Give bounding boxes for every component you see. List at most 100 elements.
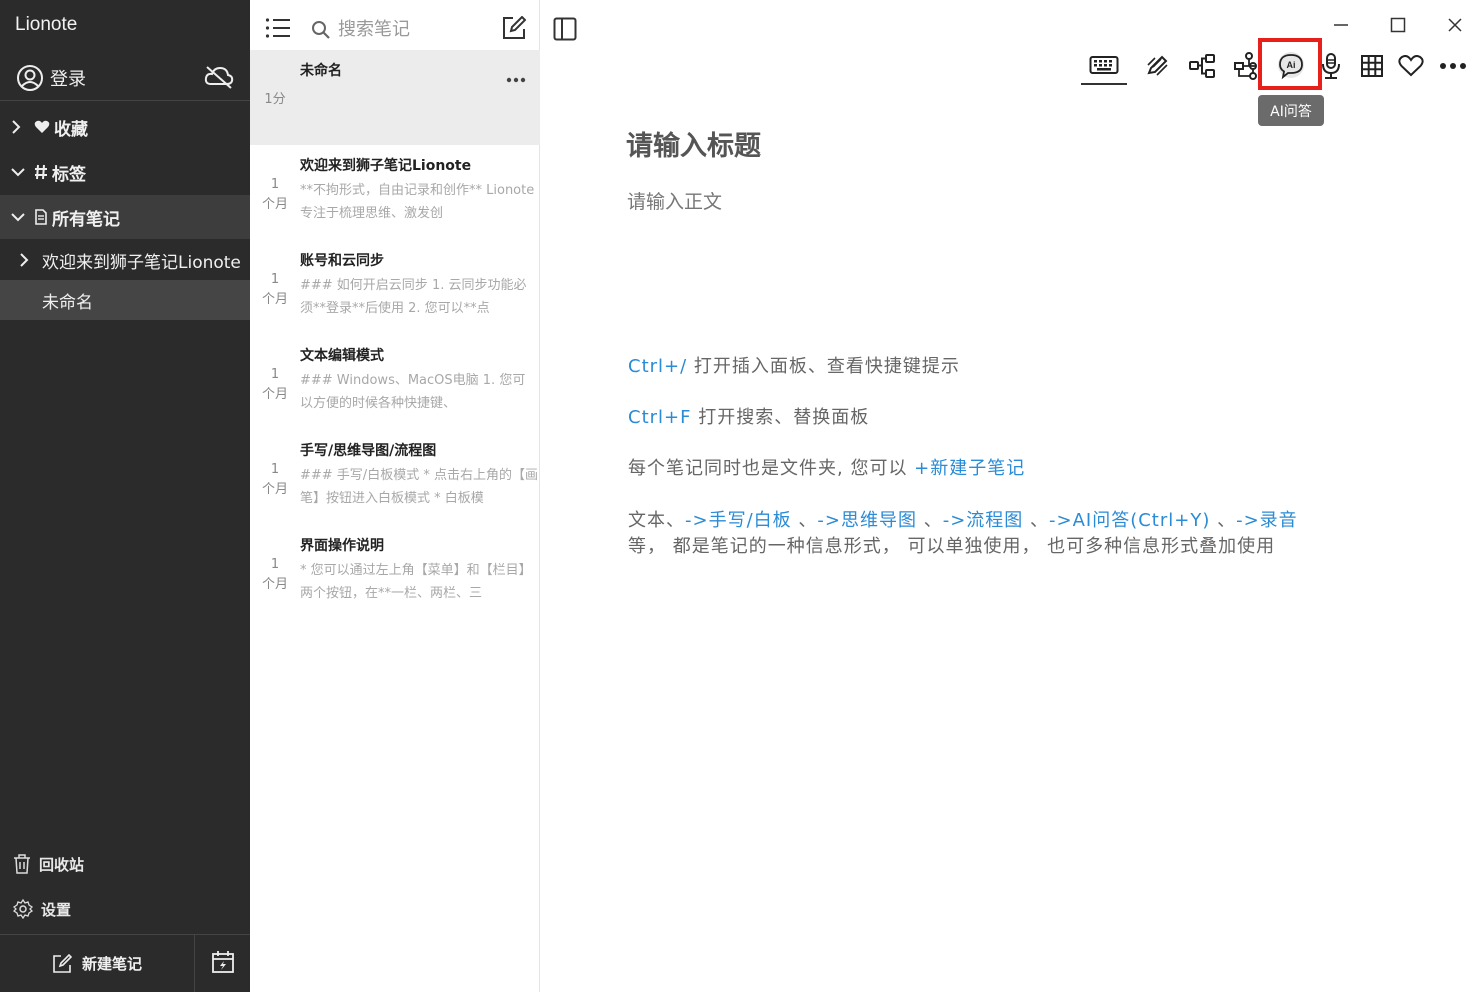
edit-icon [52, 953, 72, 974]
sidebar-item-label: 收藏 [54, 119, 88, 140]
handwrite-link[interactable]: ->手写/白板 [685, 510, 792, 531]
hint-line-1: Ctrl+/ 打开插入面板、查看快捷键提示 [628, 352, 960, 378]
pen-draw-icon [1147, 55, 1168, 76]
note-title: 手写/思维导图/流程图 [300, 443, 437, 459]
sidebar-toggle-icon[interactable] [553, 17, 577, 45]
search-icon [311, 20, 331, 44]
note-title: 未命名 [300, 63, 342, 79]
hint-line-2: Ctrl+F 打开搜索、替换面板 [628, 403, 869, 429]
new-note-edit-icon[interactable] [502, 15, 527, 44]
trash-label: 回收站 [39, 855, 85, 874]
hint-line-4: 文本、->手写/白板 、->思维导图 、->流程图 、->AI问答(Ctrl+Y… [628, 506, 1298, 532]
handwrite-button[interactable] [1143, 48, 1173, 84]
minimize-icon [1334, 24, 1348, 26]
mindmap-button[interactable] [1187, 48, 1217, 84]
note-snippet: ### 手写/白板模式 * 点击右上角的【画笔】按钮进入白板模式 * 白板模 [300, 468, 538, 506]
note-list-item[interactable]: 手写/思维导图/流程图 1 个月 ### 手写/白板模式 * 点击右上角的【画笔】… [250, 430, 540, 525]
sidebar-subitem-label: 欢迎来到狮子笔记Lionote [42, 252, 241, 273]
note-snippet: ### 如何开启云同步 1. 云同步功能必须**登录**后使用 2. 您可以**… [300, 278, 527, 316]
close-icon [1448, 18, 1462, 32]
note-time: 1分 [264, 92, 286, 107]
minimize-button[interactable] [1326, 14, 1356, 36]
sidebar-item-all-notes[interactable]: 所有笔记 [0, 195, 250, 239]
note-time: 1 个月 [261, 557, 288, 592]
close-button[interactable] [1440, 14, 1470, 36]
settings-label: 设置 [41, 900, 72, 919]
new-note-button[interactable]: 新建笔记 [0, 935, 195, 992]
title-input[interactable]: 请输入标题 [626, 124, 761, 163]
note-list-item[interactable]: 未命名 1分 [250, 50, 540, 145]
ai-qa-link[interactable]: ->AI问答(Ctrl+Y) [1049, 510, 1210, 531]
flowchart-button[interactable] [1231, 48, 1261, 84]
gear-icon [13, 899, 33, 919]
keyboard-mode-button[interactable] [1087, 48, 1121, 84]
note-title: 文本编辑模式 [300, 348, 384, 364]
list-menu-icon[interactable] [265, 17, 291, 43]
note-list-item[interactable]: 账号和云同步 1 个月 ### 如何开启云同步 1. 云同步功能必须**登录**后… [250, 240, 540, 335]
sidebar-divider [0, 100, 250, 101]
hint-separator: 、 [791, 510, 818, 531]
hint-text: 每个笔记同时也是文件夹, 您可以 [628, 458, 915, 479]
note-snippet: **不拘形式，自由记录和创作** Lionote专注于梳理思维、激发创 [300, 183, 535, 221]
maximize-button[interactable] [1383, 14, 1413, 36]
note-list-item[interactable]: 欢迎来到狮子笔记Lionote 1 个月 **不拘形式，自由记录和创作** Lio… [250, 145, 540, 240]
shortcut-key: Ctrl+/ [628, 356, 688, 377]
login-row[interactable]: 登录 [0, 56, 250, 100]
sidebar: Lionote 登录 收藏 标签 所有笔记 欢迎来到狮子笔记Lionote 未命… [0, 0, 250, 992]
hint-text: 打开搜索、替换面板 [691, 407, 870, 428]
login-label[interactable]: 登录 [50, 65, 86, 91]
mindmap-icon [1189, 54, 1215, 78]
note-title: 账号和云同步 [300, 253, 384, 269]
calendar-flash-icon [211, 950, 235, 978]
note-list-item[interactable]: 文本编辑模式 1 个月 ### Windows、MacOS电脑 1. 您可以方便的… [250, 335, 540, 430]
sidebar-item-label: 标签 [52, 164, 86, 185]
app-title: Lionote [15, 14, 78, 35]
note-time: 1 个月 [261, 272, 288, 307]
editor-panel: Ai AI问答 请输入标题 请输入正文 Ctrl+/ 打开插入面板、查看快捷键提… [541, 0, 1484, 992]
search-input[interactable] [336, 14, 486, 44]
microphone-icon [1322, 53, 1340, 79]
chevron-down-icon [10, 211, 26, 223]
chevron-right-icon [18, 252, 34, 268]
chevron-right-icon [10, 119, 26, 135]
sidebar-item-trash[interactable]: 回收站 [0, 844, 250, 884]
body-input[interactable]: 请输入正文 [627, 187, 722, 214]
record-audio-button[interactable] [1319, 48, 1343, 84]
sidebar-item-favorites[interactable]: 收藏 [0, 105, 250, 149]
more-dots-icon [1440, 63, 1466, 69]
more-button[interactable] [1437, 48, 1469, 84]
note-list-panel: 未命名 1分 欢迎来到狮子笔记Lionote 1个月 **不拘形式，自由记录和创… [250, 0, 540, 992]
note-time: 1 个月 [261, 367, 288, 402]
favorite-button[interactable] [1397, 48, 1425, 84]
sidebar-item-label: 所有笔记 [52, 209, 120, 230]
hint-separator: 、 [1023, 510, 1050, 531]
keyboard-icon [1089, 56, 1119, 74]
table-button[interactable] [1358, 48, 1386, 84]
note-snippet: * 您可以通过左上角【菜单】和【栏目】两个按钮，在**一栏、两栏、三 [300, 563, 532, 601]
flowchart-link[interactable]: ->流程图 [943, 510, 1024, 531]
mindmap-link[interactable]: ->思维导图 [817, 510, 917, 531]
sidebar-subitem-label: 未命名 [42, 292, 93, 313]
sidebar-subitem-untitled[interactable]: 未命名 [0, 280, 250, 320]
ai-button-highlight [1258, 38, 1322, 90]
chevron-down-icon [10, 166, 26, 178]
heart-icon [34, 120, 50, 134]
document-icon [34, 209, 48, 225]
table-grid-icon [1361, 55, 1383, 77]
note-title: 欢迎来到狮子笔记Lionote [300, 158, 472, 174]
cloud-off-icon[interactable] [203, 64, 235, 94]
daily-note-button[interactable] [195, 935, 250, 992]
note-list-header [250, 0, 540, 50]
hint-separator: 、 [1210, 510, 1237, 531]
flowchart-icon [1234, 52, 1257, 80]
user-icon[interactable] [16, 64, 44, 96]
more-options-icon[interactable] [506, 68, 526, 87]
new-sub-note-link[interactable]: +新建子笔记 [914, 458, 1025, 479]
heart-outline-icon [1398, 55, 1424, 77]
sidebar-item-settings[interactable]: 设置 [0, 889, 250, 929]
note-time: 1 个月 [261, 177, 288, 212]
sidebar-item-tags[interactable]: 标签 [0, 150, 250, 194]
sidebar-subitem-welcome[interactable]: 欢迎来到狮子笔记Lionote [0, 240, 250, 280]
record-link[interactable]: ->录音 [1236, 510, 1298, 531]
note-list-item[interactable]: 界面操作说明 1 个月 * 您可以通过左上角【菜单】和【栏目】两个按钮，在**一栏… [250, 525, 540, 620]
